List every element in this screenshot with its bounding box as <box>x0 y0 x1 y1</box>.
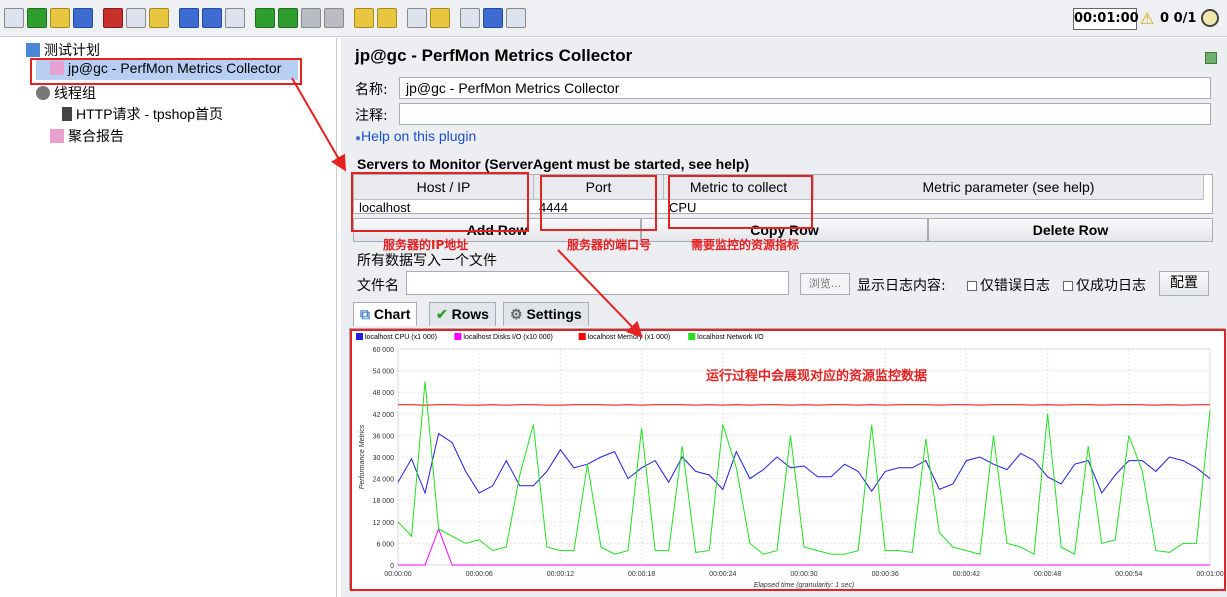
metric-annotation: 需要监控的资源指标 <box>691 238 800 252</box>
checkbox-icon[interactable] <box>1063 281 1073 291</box>
thread-count: 0 0/1 <box>1160 11 1197 26</box>
name-field[interactable]: jp@gc - PerfMon Metrics Collector <box>399 77 1211 99</box>
new-icon[interactable] <box>4 8 24 28</box>
host-highlight-box <box>351 172 529 232</box>
tab-settings[interactable]: ⚙ Settings <box>503 302 589 326</box>
param-cell[interactable] <box>816 201 1202 215</box>
configure-button[interactable]: 配置 <box>1159 271 1209 296</box>
browse-button[interactable]: 浏览... <box>800 273 850 295</box>
chart-highlight-box <box>350 329 1226 591</box>
port-highlight-box <box>540 175 657 231</box>
remote-icon[interactable] <box>506 8 526 28</box>
clear-icon[interactable] <box>354 8 374 28</box>
servers-title: Servers to Monitor (ServerAgent must be … <box>357 156 750 172</box>
warning-icon[interactable]: ⚠ <box>1140 9 1154 28</box>
test-plan-tree: 测试计划 jp@gc - PerfMon Metrics Collector 线… <box>0 38 337 597</box>
file-name-input[interactable] <box>406 271 789 295</box>
expand-icon[interactable] <box>179 8 199 28</box>
gear-icon: ⚙ <box>510 306 523 322</box>
file-label: 文件名 <box>357 278 399 294</box>
tree-item-http-request[interactable]: HTTP请求 - tpshop首页 <box>62 104 223 124</box>
errors-only-checkbox[interactable]: 仅错误日志 <box>967 275 1050 295</box>
collapse-icon[interactable] <box>202 8 222 28</box>
cut-icon[interactable] <box>103 8 123 28</box>
tree-item-aggregate-report[interactable]: 聚合报告 <box>50 126 124 146</box>
page-title: jp@gc - PerfMon Metrics Collector <box>355 46 633 65</box>
thread-group-icon <box>36 86 50 100</box>
log-label: 显示日志内容: <box>857 278 946 294</box>
check-icon: ✔ <box>436 306 448 322</box>
clear-all-icon[interactable] <box>377 8 397 28</box>
tree-item-test-plan[interactable]: 测试计划 <box>26 40 100 60</box>
metric-highlight-box <box>668 175 813 229</box>
port-annotation: 服务器的端口号 <box>567 238 652 252</box>
maximize-icon[interactable] <box>1205 52 1217 64</box>
toolbar: 00:01:00 ⚠ 0 0/1 <box>0 0 1227 37</box>
file-section-title: 所有数据写入一个文件 <box>357 253 497 269</box>
start-icon[interactable] <box>255 8 275 28</box>
search-icon[interactable] <box>407 8 427 28</box>
open-icon[interactable] <box>50 8 70 28</box>
success-only-checkbox[interactable]: 仅成功日志 <box>1063 275 1146 295</box>
http-sampler-icon <box>62 107 72 121</box>
delete-row-button[interactable]: Delete Row <box>928 218 1213 242</box>
test-plan-icon <box>26 43 40 57</box>
checkbox-icon[interactable] <box>967 281 977 291</box>
column-param[interactable]: Metric parameter (see help) <box>814 175 1204 200</box>
shutdown-icon[interactable] <box>324 8 344 28</box>
tab-chart[interactable]: ⧉ Chart <box>353 302 418 326</box>
status-globe-icon[interactable] <box>1201 9 1219 27</box>
tree-item-perfmon[interactable]: jp@gc - PerfMon Metrics Collector <box>36 60 298 80</box>
reset-search-icon[interactable] <box>430 8 450 28</box>
copy-icon[interactable] <box>126 8 146 28</box>
perfmon-icon <box>50 61 64 75</box>
comment-label: 注释: <box>355 108 388 124</box>
perfmon-panel: jp@gc - PerfMon Metrics Collector 名称: jp… <box>341 38 1227 597</box>
help-icon[interactable] <box>483 8 503 28</box>
help-link[interactable]: ●Help on this plugin <box>355 128 476 144</box>
save-icon[interactable] <box>73 8 93 28</box>
chart-area: 06 000 12 000 18 000 24 000 30 000 36 000 42 0… <box>349 328 1226 591</box>
stop-icon[interactable] <box>301 8 321 28</box>
elapsed-timer: 00:01:00 <box>1073 8 1139 30</box>
function-helper-icon[interactable] <box>460 8 480 28</box>
tab-rows[interactable]: ✔ Rows <box>429 302 496 326</box>
toggle-icon[interactable] <box>225 8 245 28</box>
templates-icon[interactable] <box>27 8 47 28</box>
start-no-pause-icon[interactable] <box>278 8 298 28</box>
comment-field[interactable] <box>399 103 1211 125</box>
aggregate-report-icon <box>50 129 64 143</box>
tree-item-thread-group[interactable]: 线程组 <box>36 83 96 103</box>
name-label: 名称: <box>355 82 388 98</box>
paste-icon[interactable] <box>149 8 169 28</box>
chart-icon: ⧉ <box>360 306 370 322</box>
